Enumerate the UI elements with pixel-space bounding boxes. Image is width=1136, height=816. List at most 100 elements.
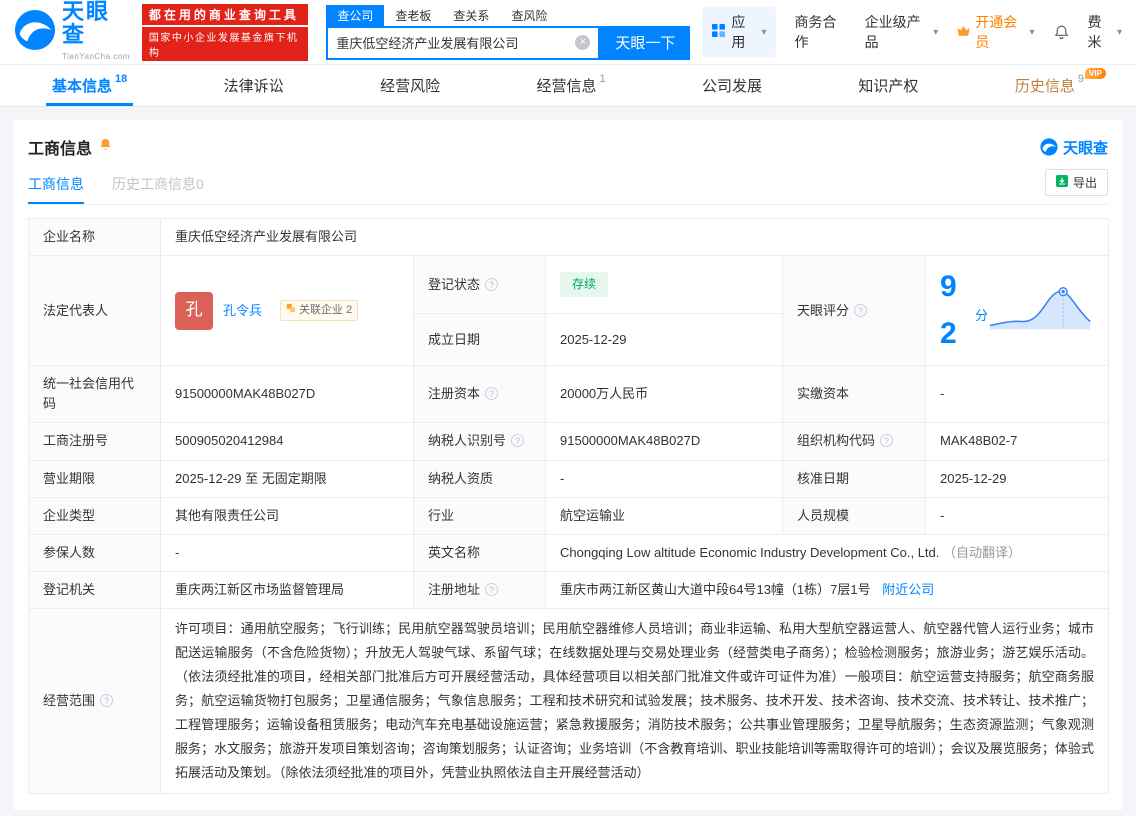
legal-rep-avatar[interactable]: 孔 <box>175 291 213 330</box>
tianyancha-logo-icon <box>14 9 56 56</box>
tab-count: 9 <box>1077 73 1084 85</box>
value-establish-date: 2025-12-29 <box>545 313 783 367</box>
tianyancha-logo[interactable]: 天眼查 TianYanCha.com <box>14 0 130 64</box>
value-reg-status: 存续 <box>545 255 783 315</box>
value-taxpayer-id: 91500000MAK48B027D <box>545 422 783 461</box>
label-score: 天眼评分? <box>782 255 926 367</box>
label-approve-date: 核准日期 <box>782 459 926 498</box>
label-establish-date: 成立日期 <box>413 313 546 367</box>
search-tab-relation[interactable]: 查关系 <box>442 5 500 26</box>
search-tab-risk[interactable]: 查风险 <box>500 5 558 26</box>
tab-label: 知识产权 <box>858 78 919 95</box>
username: 费米 <box>1087 14 1102 50</box>
tab-operating-risk[interactable]: 经营风险 <box>374 65 446 106</box>
page-content: 工商信息 天眼查 工商信息 历史工商信息0 导出 企业名称 重庆低空经济产业发展… <box>0 107 1136 816</box>
tab-legal-cases[interactable]: 法律诉讼 <box>218 65 290 106</box>
value-legal-rep: 孔 孔令兵 关联企业 2 <box>160 255 414 367</box>
user-menu[interactable]: 费米 ▾ <box>1088 12 1123 52</box>
label-org-code: 组织机构代码? <box>782 422 926 461</box>
value-business-term: 2025-12-29 至 无固定期限 <box>160 459 414 498</box>
help-icon[interactable]: ? <box>100 694 114 708</box>
help-icon[interactable]: ? <box>880 434 894 448</box>
label-business-term: 营业期限 <box>28 459 161 498</box>
nearby-companies-link[interactable]: 附近公司 <box>882 582 934 597</box>
apps-label: 应用 <box>731 14 746 50</box>
export-button[interactable]: 导出 <box>1044 169 1108 196</box>
subscribe-bell-icon[interactable] <box>98 137 113 157</box>
label-reg-capital: 注册资本? <box>413 365 546 424</box>
value-paid-capital: - <box>925 365 1109 424</box>
score-number[interactable]: 92 <box>940 264 973 357</box>
search-input[interactable] <box>336 35 576 50</box>
tab-label: 法律诉讼 <box>223 78 284 95</box>
value-company-type: 其他有限责任公司 <box>160 496 414 535</box>
value-business-scope: 许可项目：通用航空服务；飞行训练；民用航空器驾驶员培训；民用航空器维修人员培训；… <box>160 608 1109 795</box>
vip-badge: VIP <box>1085 68 1106 79</box>
help-icon[interactable]: ? <box>511 434 525 448</box>
subtab-current-registration[interactable]: 工商信息 <box>28 170 84 204</box>
label-company-type: 企业类型 <box>28 496 161 535</box>
nav-open-vip[interactable]: 开通会员 ▾ <box>956 12 1035 52</box>
label-staff-size: 人员规模 <box>782 496 926 535</box>
legal-rep-link[interactable]: 孔令兵 <box>223 301 262 321</box>
help-icon[interactable]: ? <box>485 277 499 291</box>
nav-business-coop[interactable]: 商务合作 <box>794 12 846 52</box>
score-unit: 分 <box>974 307 988 323</box>
search-tabs: 查公司 查老板 查关系 查风险 <box>326 4 690 26</box>
value-credit-code: 91500000MAK48B027D <box>160 365 414 424</box>
nav-enterprise-products[interactable]: 企业级产品 ▾ <box>865 12 939 52</box>
apps-menu[interactable]: 应用 ▾ <box>702 7 777 57</box>
tab-count: 18 <box>115 73 128 85</box>
tab-basic-info[interactable]: 基本信息 18 <box>46 65 133 106</box>
company-section-tabs: 基本信息 18 法律诉讼 经营风险 经营信息 1 公司发展 知识产权 历史信息 … <box>0 64 1136 107</box>
notifications-bell[interactable] <box>1053 24 1070 41</box>
label-insured-count: 参保人数 <box>28 533 161 572</box>
label-reg-authority: 登记机关 <box>28 570 161 610</box>
help-icon[interactable]: ? <box>854 303 868 317</box>
chevron-down-icon: ▾ <box>933 26 939 38</box>
top-nav: 应用 ▾ 商务合作 企业级产品 ▾ 开通会员 ▾ 费米 ▾ <box>702 7 1122 57</box>
related-companies-badge[interactable]: 关联企业 2 <box>280 300 359 322</box>
export-icon <box>1055 175 1068 190</box>
vip-label: 开通会员 <box>975 14 1018 50</box>
subtab-history-registration[interactable]: 历史工商信息0 <box>112 170 204 204</box>
slogan-line2: 国家中小企业发展基金旗下机构 <box>141 26 309 61</box>
search-tab-company[interactable]: 查公司 <box>326 4 385 26</box>
tab-intellectual-property[interactable]: 知识产权 <box>852 65 924 106</box>
value-reg-address: 重庆市两江新区黄山大道中段64号13幢（1栋）7层1号 附近公司 <box>545 570 1109 610</box>
brand-domain: TianYanCha.com <box>62 52 130 62</box>
tab-company-development[interactable]: 公司发展 <box>696 65 768 106</box>
help-icon[interactable]: ? <box>485 387 499 401</box>
value-english-name: Chongqing Low altitude Economic Industry… <box>545 533 1109 572</box>
grid-icon <box>712 24 726 40</box>
score-chart[interactable] <box>988 282 1094 340</box>
tab-count: 1 <box>599 73 606 85</box>
clear-search-icon[interactable]: × <box>575 35 591 50</box>
search-button[interactable]: 天眼一下 <box>600 25 691 60</box>
watermark-logo: 天眼查 <box>1040 137 1108 158</box>
help-icon[interactable]: ? <box>485 582 499 596</box>
tab-label: 经营风险 <box>380 78 441 95</box>
label-legal-rep: 法定代表人 <box>28 255 161 367</box>
chevron-down-icon: ▾ <box>1029 26 1035 38</box>
export-label: 导出 <box>1072 176 1097 190</box>
label-credit-code: 统一社会信用代码 <box>28 365 161 424</box>
label-taxpayer-quality: 纳税人资质 <box>413 459 546 498</box>
value-insured-count: - <box>160 533 414 572</box>
tab-history-info[interactable]: 历史信息 9 VIP <box>1009 65 1106 106</box>
label-paid-capital: 实缴资本 <box>782 365 926 424</box>
value-taxpayer-quality: - <box>545 459 783 498</box>
search-box: × <box>326 25 601 60</box>
label-industry: 行业 <box>413 496 546 535</box>
tab-label: 经营信息 <box>536 78 597 95</box>
brand-name: 天眼查 <box>62 0 111 47</box>
value-reg-number: 500905020412984 <box>160 422 414 461</box>
label-reg-status: 登记状态? <box>413 255 546 315</box>
label-english-name: 英文名称 <box>413 533 546 572</box>
search-tab-boss[interactable]: 查老板 <box>384 5 442 26</box>
value-reg-capital: 20000万人民币 <box>545 365 783 424</box>
chevron-down-icon: ▾ <box>1117 26 1123 38</box>
label-company-name: 企业名称 <box>28 217 161 257</box>
tab-operating-info[interactable]: 经营信息 1 <box>530 65 611 106</box>
value-approve-date: 2025-12-29 <box>925 459 1109 498</box>
